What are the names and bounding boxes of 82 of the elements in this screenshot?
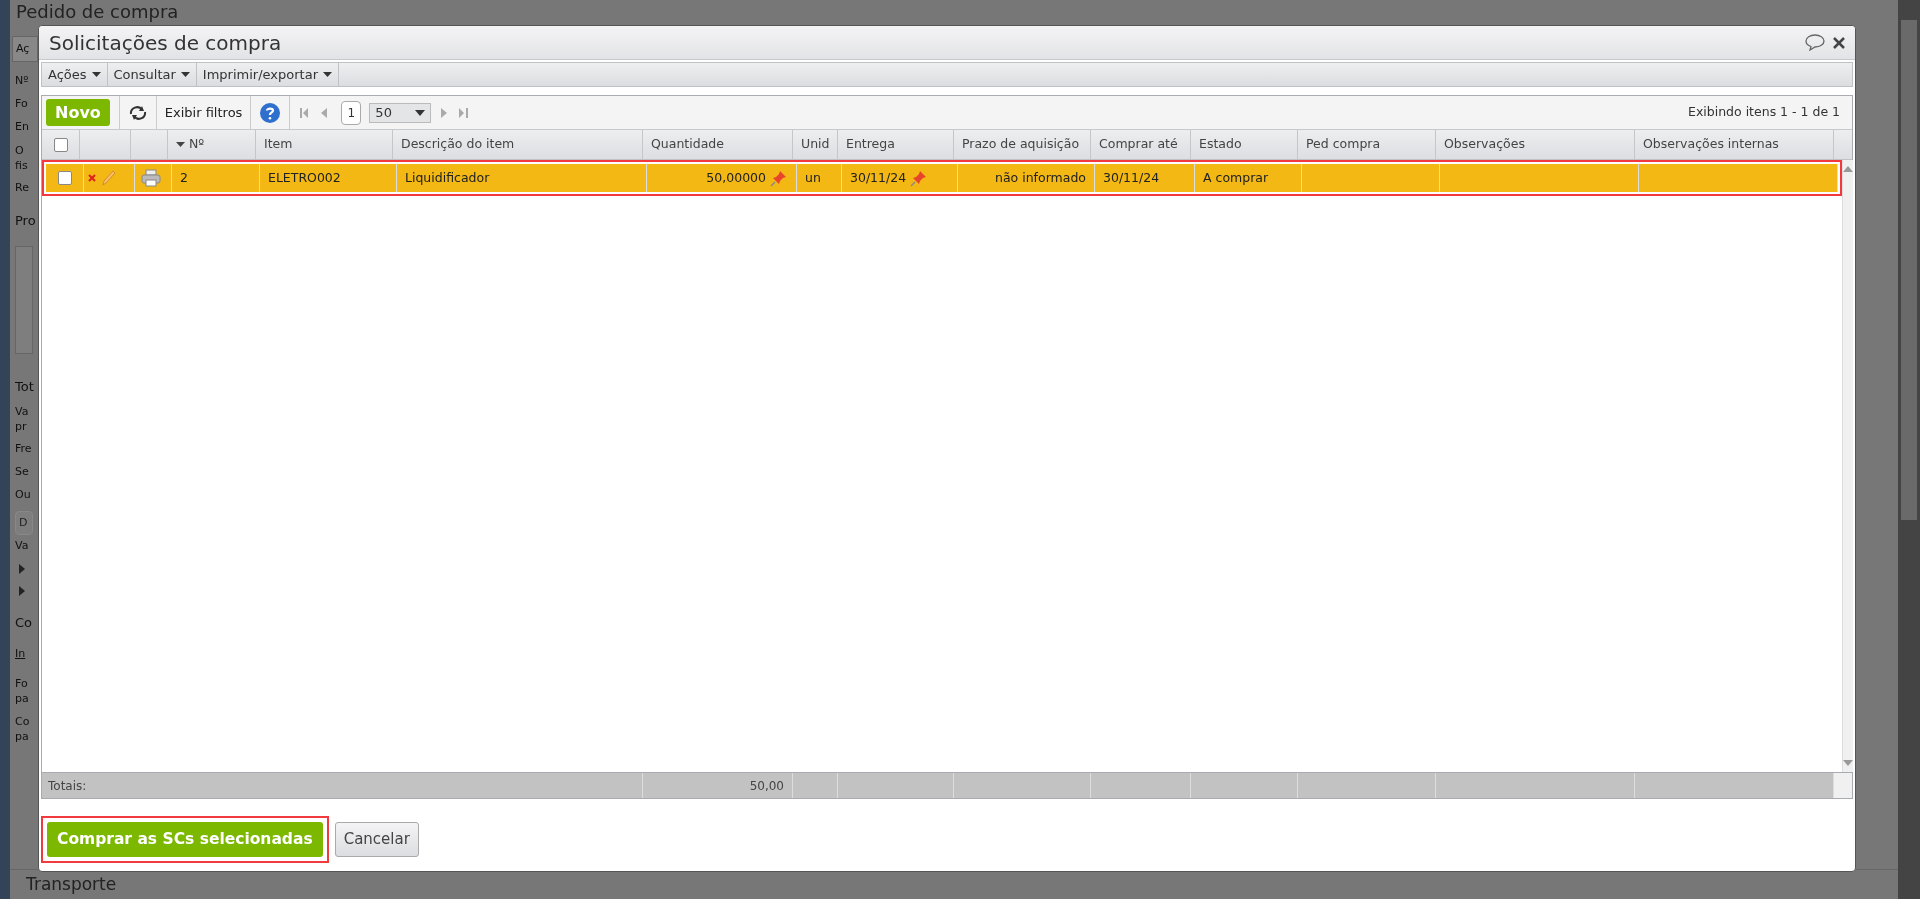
- caret-icon: [415, 109, 426, 116]
- chat-icon[interactable]: [1805, 34, 1825, 51]
- refresh-icon[interactable]: [127, 104, 148, 121]
- scrollbar[interactable]: [1898, 0, 1920, 899]
- column-header[interactable]: Observações internas: [1643, 135, 1779, 154]
- select-all-checkbox[interactable]: [53, 137, 68, 152]
- table-cell-text: ELETRO002: [268, 168, 341, 187]
- paging-status: Exibindo itens 1 - 1 de 1: [1688, 103, 1840, 122]
- pin-icon[interactable]: [910, 169, 929, 187]
- caret-icon: [91, 72, 101, 77]
- table-cell-text: Liquidificador: [405, 168, 490, 187]
- pencil-icon[interactable]: [102, 170, 116, 186]
- field-label: Se: [15, 464, 29, 481]
- scrollbar-corner: [1834, 773, 1852, 798]
- caret-icon: [323, 72, 332, 77]
- field-label: Re: [15, 180, 29, 197]
- column-header[interactable]: Item: [264, 135, 293, 154]
- column-header[interactable]: Quantidade: [651, 135, 724, 154]
- table-cell-text: 30/11/24: [1103, 168, 1160, 187]
- row-checkbox[interactable]: [57, 171, 72, 185]
- table-cell-text: 30/11/24: [850, 168, 907, 187]
- first-page-icon[interactable]: [300, 107, 310, 118]
- field-label: Va: [15, 404, 30, 419]
- column-header[interactable]: Ped compra: [1306, 135, 1381, 154]
- caret-icon: [180, 72, 190, 77]
- field-label: pa: [15, 691, 30, 706]
- field-label: pr: [15, 419, 28, 434]
- menu-button[interactable]: Consultar: [107, 63, 197, 86]
- last-page-icon[interactable]: [459, 107, 469, 118]
- pin-icon[interactable]: [770, 169, 788, 187]
- section-heading: Tot: [15, 377, 34, 396]
- field-label: En: [15, 119, 29, 136]
- dialog-title: Solicitações de compra: [49, 29, 282, 57]
- field-label: Fo: [15, 96, 28, 113]
- field-label: Fo: [15, 676, 29, 691]
- close-icon[interactable]: [1833, 36, 1845, 49]
- expand-arrow-icon[interactable]: [19, 564, 25, 574]
- input-field[interactable]: D: [15, 511, 33, 535]
- scroll-up-icon[interactable]: [1843, 166, 1853, 172]
- field-label: Co: [15, 714, 31, 729]
- page-size-select[interactable]: 50: [369, 102, 432, 123]
- help-icon[interactable]: [259, 101, 282, 124]
- field-label: Va: [15, 538, 29, 555]
- previous-page-icon[interactable]: [321, 107, 328, 118]
- section-heading: Transporte: [26, 872, 117, 896]
- field-label: Ou: [15, 487, 31, 504]
- field-label: O: [15, 143, 25, 158]
- column-header[interactable]: Comprar até: [1099, 135, 1178, 154]
- section-heading: Co: [15, 613, 33, 632]
- next-page-icon[interactable]: [441, 107, 448, 118]
- totals-label: Totais:: [48, 777, 87, 795]
- column-header[interactable]: Estado: [1199, 135, 1242, 154]
- column-header[interactable]: Descrição do item: [401, 135, 515, 154]
- column-header[interactable]: Unid: [801, 135, 830, 154]
- expand-arrow-icon[interactable]: [19, 586, 25, 596]
- printer-icon[interactable]: [141, 169, 161, 187]
- column-header[interactable]: Entrega: [846, 135, 895, 154]
- show-filters-button[interactable]: Exibir filtros: [156, 96, 251, 129]
- table-cell-text: 2: [180, 168, 188, 187]
- section-heading: Pro: [15, 211, 36, 230]
- field-label: Nº: [15, 73, 29, 90]
- column-header[interactable]: Prazo de aquisição: [962, 135, 1080, 154]
- table-row[interactable]: 2 ELETRO002 Liquidificador 50,00000 un 30/11/24 não informado 30/11/24 A comprar: [46, 164, 1838, 192]
- cancel-button[interactable]: Cancelar: [334, 822, 419, 857]
- field-label: fis: [15, 158, 29, 173]
- scrollbar[interactable]: [1842, 160, 1853, 772]
- column-header[interactable]: Observações: [1444, 135, 1525, 154]
- table-cell-text: un: [805, 168, 821, 187]
- delete-icon[interactable]: [88, 174, 96, 182]
- totals-value: 50,00: [749, 777, 784, 795]
- field-label: Fre: [15, 441, 32, 458]
- table-cell-text: 50,00000: [706, 168, 766, 187]
- link[interactable]: In: [15, 645, 26, 663]
- table-cell-text: A comprar: [1203, 168, 1269, 187]
- scroll-down-icon[interactable]: [1843, 760, 1853, 766]
- field-label: pa: [15, 729, 30, 744]
- page-title: Pedido de compra: [16, 1, 179, 23]
- menu-button[interactable]: Ações: [42, 63, 108, 86]
- menu-button[interactable]: Imprimir/exportar: [196, 63, 339, 86]
- page-field[interactable]: 1: [341, 100, 362, 125]
- column-header[interactable]: Nº: [176, 135, 205, 154]
- table-cell-text: não informado: [995, 168, 1086, 187]
